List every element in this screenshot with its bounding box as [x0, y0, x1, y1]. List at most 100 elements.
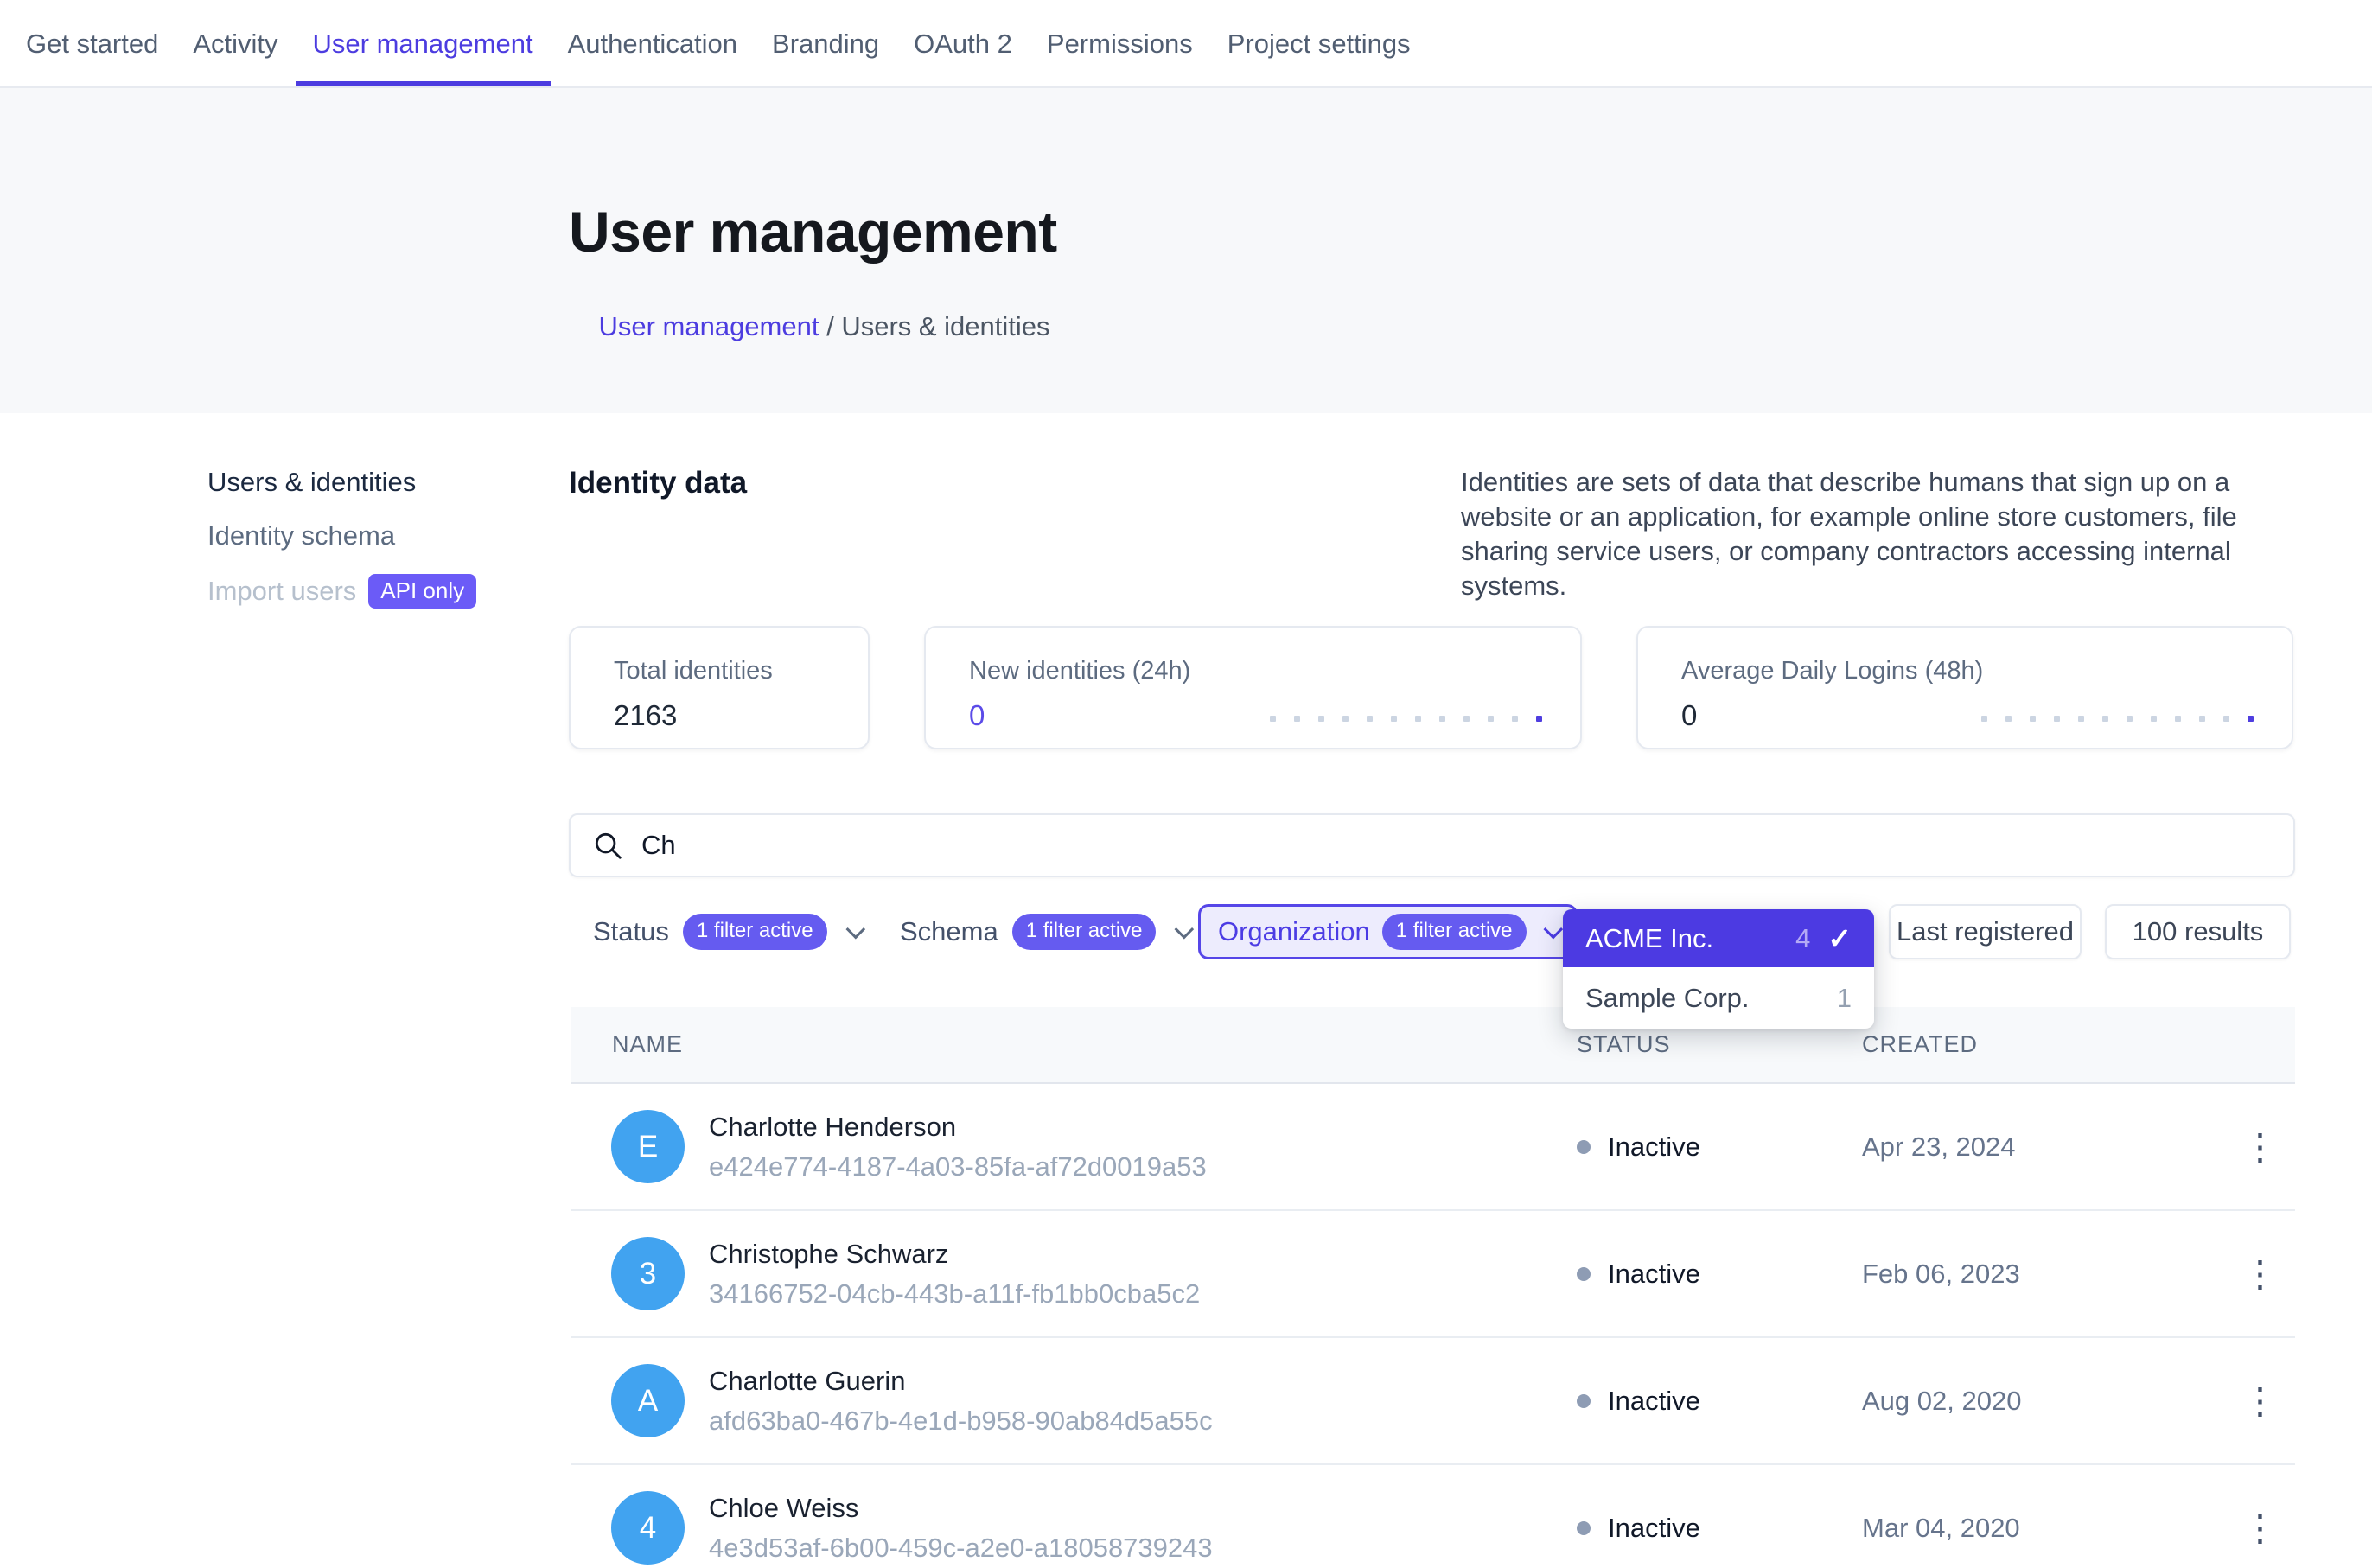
table-row[interactable]: E Charlotte Henderson e424e774-4187-4a03… — [571, 1084, 2295, 1211]
status-label: Inactive — [1608, 1259, 1700, 1290]
filter-row: Status 1 filter active Schema 1 filter a… — [569, 904, 2295, 959]
schema-filter[interactable]: Schema 1 filter active — [900, 904, 1189, 959]
row-menu-icon[interactable]: ⋮ — [2230, 1507, 2291, 1550]
nav-tab-get-started[interactable]: Get started — [9, 0, 175, 86]
name-cell: 4 Chloe Weiss 4e3d53af-6b00-459c-a2e0-a1… — [571, 1491, 1577, 1565]
page-title: User management — [569, 197, 2372, 266]
dropdown-option-count: 4 — [1795, 923, 1810, 954]
stat-card-total-identities: Total identities 2163 — [569, 626, 870, 749]
chevron-down-icon — [845, 920, 865, 940]
identity-name: Charlotte Henderson — [709, 1112, 1207, 1143]
top-navigation: Get started Activity User management Aut… — [0, 0, 2372, 88]
dropdown-option-sample-corp[interactable]: Sample Corp. 1 — [1563, 967, 1874, 1029]
stat-cards: Total identities 2163 New identities (24… — [569, 626, 2293, 749]
name-cell: E Charlotte Henderson e424e774-4187-4a03… — [571, 1110, 1577, 1183]
avatar: A — [611, 1364, 685, 1437]
identities-table: NAME STATUS CREATED E Charlotte Henderso… — [571, 1007, 2295, 1568]
dropdown-option-label: Sample Corp. — [1585, 983, 1750, 1014]
sparkline — [1981, 716, 2254, 722]
name-cell: A Charlotte Guerin afd63ba0-467b-4e1d-b9… — [571, 1364, 1577, 1437]
chevron-down-icon — [1175, 920, 1195, 940]
avatar: 4 — [611, 1491, 685, 1565]
table-row[interactable]: A Charlotte Guerin afd63ba0-467b-4e1d-b9… — [571, 1338, 2295, 1465]
identity-name: Charlotte Guerin — [709, 1366, 1213, 1397]
chevron-down-icon — [1543, 920, 1563, 940]
organization-dropdown: ACME Inc. 4 ✓ Sample Corp. 1 — [1563, 909, 1874, 1029]
status-cell: Inactive — [1577, 1259, 1862, 1290]
identity-id: afd63ba0-467b-4e1d-b958-90ab84d5a55c — [709, 1405, 1213, 1437]
status-dot-icon — [1577, 1267, 1591, 1281]
sort-select[interactable]: Last registered — [1889, 904, 2082, 959]
organization-filter[interactable]: Organization 1 filter active — [1198, 904, 1578, 959]
avatar: 3 — [611, 1237, 685, 1310]
breadcrumb-separator: / — [819, 311, 841, 341]
table-row[interactable]: 3 Christophe Schwarz 34166752-04cb-443b-… — [571, 1211, 2295, 1338]
row-menu-icon[interactable]: ⋮ — [2230, 1380, 2291, 1423]
sparkline — [1270, 716, 1542, 722]
sidebar: Users & identities Identity schema Impor… — [207, 467, 476, 609]
status-cell: Inactive — [1577, 1513, 1862, 1544]
status-label: Inactive — [1608, 1386, 1700, 1417]
stat-card-new-identities: New identities (24h) 0 — [924, 626, 1582, 749]
breadcrumb: User management / Users & identities — [569, 280, 2372, 373]
schema-filter-label: Schema — [900, 916, 998, 947]
main-panel: Identity data Identities are sets of dat… — [569, 413, 2295, 1568]
status-dot-icon — [1577, 1394, 1591, 1408]
stat-label: New identities (24h) — [969, 657, 1580, 685]
content-area: Users & identities Identity schema Impor… — [0, 413, 2372, 1568]
nav-tab-activity[interactable]: Activity — [175, 0, 295, 86]
sidebar-item-users-identities[interactable]: Users & identities — [207, 467, 476, 498]
name-cell: 3 Christophe Schwarz 34166752-04cb-443b-… — [571, 1237, 1577, 1310]
status-cell: Inactive — [1577, 1131, 1862, 1163]
dropdown-option-label: ACME Inc. — [1585, 923, 1713, 954]
table-row[interactable]: 4 Chloe Weiss 4e3d53af-6b00-459c-a2e0-a1… — [571, 1465, 2295, 1568]
status-filter[interactable]: Status 1 filter active — [593, 904, 860, 959]
search-bar — [569, 813, 2295, 877]
table-header: NAME STATUS CREATED — [571, 1007, 2295, 1084]
nav-tab-branding[interactable]: Branding — [755, 0, 896, 86]
breadcrumb-link-user-management[interactable]: User management — [598, 311, 819, 341]
nav-tab-authentication[interactable]: Authentication — [551, 0, 755, 86]
sidebar-item-import-users-label: Import users — [207, 576, 356, 606]
identity-id: e424e774-4187-4a03-85fa-af72d0019a53 — [709, 1151, 1207, 1182]
stat-card-average-daily-logins: Average Daily Logins (48h) 0 — [1636, 626, 2293, 749]
section-header-row: Identity data Identities are sets of dat… — [569, 465, 2295, 603]
row-menu-icon[interactable]: ⋮ — [2230, 1125, 2291, 1169]
identity-name: Chloe Weiss — [709, 1493, 1213, 1524]
api-only-badge: API only — [368, 574, 476, 609]
section-heading: Identity data — [569, 465, 747, 603]
page-header: User management User management / Users … — [0, 88, 2372, 413]
search-input[interactable] — [641, 815, 2293, 876]
dropdown-option-acme[interactable]: ACME Inc. 4 ✓ — [1563, 909, 1874, 967]
nav-tab-user-management[interactable]: User management — [296, 0, 551, 86]
status-cell: Inactive — [1577, 1386, 1862, 1417]
organization-filter-badge: 1 filter active — [1382, 914, 1527, 950]
stat-value: 2163 — [614, 699, 868, 732]
nav-tab-oauth2[interactable]: OAuth 2 — [896, 0, 1030, 86]
stat-label: Average Daily Logins (48h) — [1681, 657, 2292, 685]
search-icon — [591, 829, 624, 862]
identity-id: 34166752-04cb-443b-a11f-fb1bb0cba5c2 — [709, 1278, 1200, 1310]
status-filter-label: Status — [593, 916, 669, 947]
identity-id: 4e3d53af-6b00-459c-a2e0-a18058739243 — [709, 1533, 1213, 1564]
breadcrumb-current: Users & identities — [841, 311, 1049, 341]
created-cell: Apr 23, 2024 — [1862, 1131, 2225, 1163]
sidebar-item-identity-schema[interactable]: Identity schema — [207, 520, 476, 551]
column-header-created: CREATED — [1862, 1031, 2225, 1058]
column-header-status: STATUS — [1577, 1031, 1862, 1058]
schema-filter-badge: 1 filter active — [1012, 914, 1157, 950]
nav-tab-project-settings[interactable]: Project settings — [1210, 0, 1428, 86]
identity-name: Christophe Schwarz — [709, 1239, 1200, 1270]
status-label: Inactive — [1608, 1131, 1700, 1163]
stat-label: Total identities — [614, 657, 868, 685]
organization-filter-label: Organization — [1218, 916, 1370, 947]
nav-tab-permissions[interactable]: Permissions — [1030, 0, 1210, 86]
created-cell: Mar 04, 2020 — [1862, 1513, 2225, 1544]
page-size-select[interactable]: 100 results — [2105, 904, 2291, 959]
status-label: Inactive — [1608, 1513, 1700, 1544]
row-menu-icon[interactable]: ⋮ — [2230, 1252, 2291, 1296]
avatar: E — [611, 1110, 685, 1183]
check-icon: ✓ — [1827, 921, 1852, 955]
status-filter-badge: 1 filter active — [683, 914, 827, 950]
column-header-name: NAME — [571, 1031, 1577, 1058]
